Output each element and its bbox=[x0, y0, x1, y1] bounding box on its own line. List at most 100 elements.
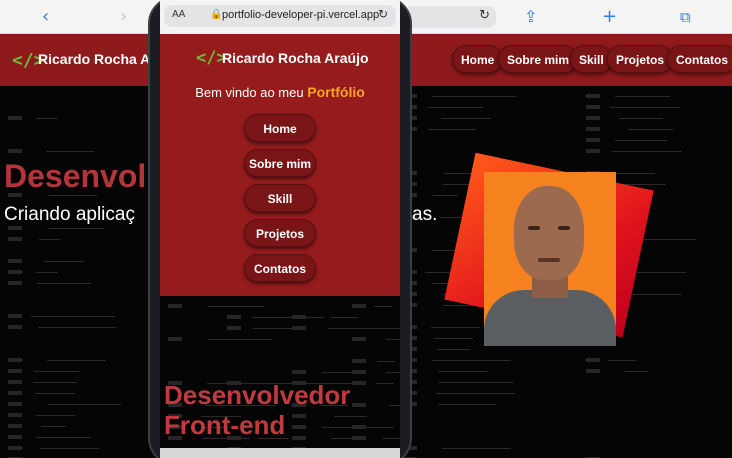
code-line-number bbox=[168, 337, 182, 341]
code-line bbox=[432, 195, 459, 196]
code-line bbox=[438, 382, 515, 383]
code-line-number bbox=[292, 425, 306, 429]
code-line-number bbox=[292, 436, 306, 440]
code-line bbox=[49, 228, 104, 229]
code-line bbox=[36, 272, 59, 273]
code-line bbox=[428, 107, 484, 108]
code-line bbox=[381, 438, 400, 439]
code-line bbox=[251, 317, 325, 318]
code-line-number bbox=[8, 358, 22, 362]
mobile-nav-home[interactable]: Home bbox=[244, 114, 316, 142]
code-line-number bbox=[292, 370, 306, 374]
text-size-button[interactable]: AA bbox=[172, 9, 185, 20]
code-line bbox=[40, 426, 67, 427]
share-icon[interactable]: ⇪ bbox=[524, 6, 537, 28]
code-line-number bbox=[8, 413, 22, 417]
photo-mouth bbox=[538, 258, 560, 262]
chevron-left-icon[interactable]: ‹ bbox=[42, 6, 49, 28]
code-line-number bbox=[8, 369, 22, 373]
lock-icon: 🔒 bbox=[210, 9, 223, 20]
code-line-number bbox=[168, 304, 182, 308]
code-line-number bbox=[292, 326, 306, 330]
photo-eye bbox=[558, 226, 570, 230]
code-line bbox=[430, 327, 481, 328]
tabs-icon[interactable]: ⧉ bbox=[680, 6, 691, 28]
code-line-number bbox=[585, 116, 600, 120]
mobile-nav-skill[interactable]: Skill bbox=[244, 184, 316, 212]
code-line-number bbox=[8, 391, 22, 395]
reload-icon[interactable]: ↻ bbox=[479, 8, 490, 23]
welcome-label: Bem vindo ao meu bbox=[195, 85, 304, 100]
code-line bbox=[438, 404, 496, 405]
code-line bbox=[36, 283, 91, 284]
code-line-number bbox=[8, 281, 22, 285]
code-line bbox=[207, 306, 265, 307]
code-line bbox=[37, 327, 117, 328]
code-line-number bbox=[8, 446, 22, 450]
code-line-number bbox=[227, 315, 242, 319]
code-line-number bbox=[352, 370, 366, 374]
code-line bbox=[43, 261, 84, 262]
code-line bbox=[45, 151, 94, 152]
desktop-address-bar[interactable]: ↻ bbox=[408, 6, 496, 28]
code-line bbox=[385, 372, 400, 373]
mobile-hero-line1: Desenvolvedor bbox=[164, 380, 351, 410]
code-line-number bbox=[292, 315, 306, 319]
code-line bbox=[627, 129, 673, 130]
code-line-number bbox=[585, 149, 600, 153]
code-line-number bbox=[585, 94, 600, 98]
code-line bbox=[436, 349, 470, 350]
desktop-nav-contatos[interactable]: Contatos bbox=[667, 45, 732, 73]
desktop-nav-home[interactable]: Home bbox=[452, 45, 504, 73]
desktop-nav-sobre-mim[interactable]: Sobre mim bbox=[498, 45, 579, 73]
photo-eye bbox=[528, 226, 540, 230]
code-line-number bbox=[8, 314, 22, 318]
code-line bbox=[39, 448, 99, 449]
code-line-number bbox=[292, 414, 306, 418]
plus-icon[interactable]: + bbox=[602, 6, 617, 28]
code-line bbox=[207, 339, 273, 340]
code-line-number bbox=[352, 359, 366, 363]
code-line-number bbox=[585, 369, 600, 373]
mobile-nav-sobre-mim[interactable]: Sobre mim bbox=[244, 149, 316, 177]
code-line-number bbox=[8, 435, 22, 439]
mobile-nav-projetos[interactable]: Projetos bbox=[244, 219, 316, 247]
code-line-number bbox=[352, 381, 366, 385]
code-line bbox=[618, 118, 664, 119]
code-line-number bbox=[8, 380, 22, 384]
mobile-address-bar[interactable]: AA 🔒 portfolio-developer-pi.vercel.app ↻ bbox=[164, 5, 396, 27]
code-line-number bbox=[227, 326, 242, 330]
code-line-number bbox=[8, 270, 22, 274]
code-line-number bbox=[352, 436, 366, 440]
code-line-number bbox=[8, 325, 22, 329]
code-line bbox=[374, 306, 393, 307]
code-line-number bbox=[585, 127, 600, 131]
code-line bbox=[36, 118, 59, 119]
code-line-number bbox=[8, 237, 22, 241]
url-text[interactable]: portfolio-developer-pi.vercel.app bbox=[222, 9, 379, 21]
code-line bbox=[331, 317, 358, 318]
code-line bbox=[432, 96, 516, 97]
code-line-number bbox=[352, 425, 366, 429]
code-line-number bbox=[8, 149, 22, 153]
reload-icon[interactable]: ↻ bbox=[378, 7, 388, 21]
photo-shirt bbox=[484, 290, 616, 346]
code-line bbox=[35, 437, 92, 438]
desktop-nav-projetos[interactable]: Projetos bbox=[607, 45, 674, 73]
phone-screen: AA 🔒 portfolio-developer-pi.vercel.app ↻… bbox=[160, 0, 400, 458]
desktop-hero-title: Desenvol bbox=[4, 158, 147, 194]
desktop-hero-subtitle-end: as. bbox=[412, 204, 438, 225]
code-line bbox=[434, 338, 473, 339]
code-line bbox=[441, 118, 491, 119]
chevron-right-icon[interactable]: › bbox=[120, 6, 127, 28]
mobile-bottom-bar bbox=[160, 448, 400, 458]
photo-face bbox=[514, 186, 584, 280]
code-line-number bbox=[8, 402, 22, 406]
mobile-nav-contatos[interactable]: Contatos bbox=[244, 254, 316, 282]
code-line-number bbox=[585, 358, 600, 362]
code-line bbox=[436, 393, 515, 394]
mobile-browser-toolbar: AA 🔒 portfolio-developer-pi.vercel.app ↻ bbox=[160, 0, 400, 34]
code-line bbox=[388, 405, 400, 406]
code-line bbox=[30, 316, 116, 317]
code-line-number bbox=[585, 138, 600, 142]
